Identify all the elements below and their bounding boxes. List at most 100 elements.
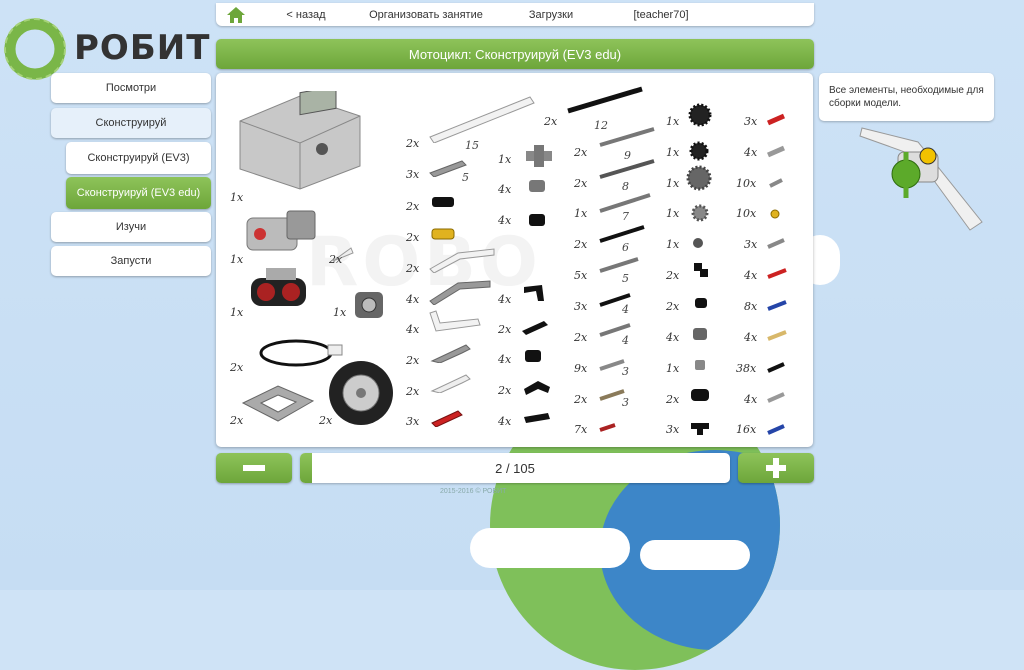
- part-qty: 1x: [666, 362, 680, 375]
- grey-axle-pin-icon: [767, 238, 785, 249]
- ultrasonic-sensor-icon: [251, 268, 306, 306]
- axle-9-icon: [599, 127, 655, 147]
- step-slider-handle[interactable]: [300, 453, 312, 483]
- parts-list-panel: ROBO 1x 1x 2x 1x 1x 2x 2x 2x 2x 15 3x 5 …: [216, 73, 813, 447]
- cross-connector-icon: [526, 145, 552, 167]
- part-qty: 16x: [736, 423, 757, 436]
- home-icon: [227, 6, 245, 23]
- part-qty: 3x: [406, 168, 420, 181]
- part-qty: 1x: [666, 238, 680, 251]
- robot-plane-illustration: [859, 127, 983, 231]
- organize-lesson-link[interactable]: Организовать занятие: [356, 9, 496, 21]
- beam-15-icon: [429, 96, 535, 143]
- tan-axle-pin-icon: [767, 330, 787, 341]
- cloud: [640, 540, 750, 570]
- part-length: 15: [465, 139, 479, 152]
- yellow-bush-icon: [770, 209, 780, 219]
- next-step-button[interactable]: [738, 453, 814, 483]
- part-qty: 2x: [230, 414, 244, 427]
- part-qty: 7x: [574, 423, 588, 436]
- part-qty: 4x: [744, 146, 758, 159]
- part-length: 3: [622, 365, 629, 378]
- gear-small-icon: [691, 204, 709, 222]
- robit-logo[interactable]: РОБИТ: [4, 16, 209, 80]
- sidebar-item-construct-ev3[interactable]: Сконструируй (EV3): [66, 142, 211, 174]
- part-qty: 4x: [666, 331, 680, 344]
- wheel-icon: [329, 361, 393, 425]
- part-qty: 3x: [666, 423, 680, 436]
- cloud: [470, 528, 630, 568]
- red-pin-icon: [766, 113, 786, 126]
- black-joiner-icon: [691, 389, 709, 401]
- gear-medium-icon: [689, 141, 709, 161]
- part-qty: 4x: [498, 214, 512, 227]
- part-qty: 1x: [666, 207, 680, 220]
- part-qty: 2x: [319, 414, 333, 427]
- sidebar-item-construct[interactable]: Сконструируй: [51, 108, 211, 138]
- grey-bush-icon: [695, 360, 705, 370]
- blue-pin-icon: [767, 300, 787, 311]
- home-button[interactable]: [216, 6, 256, 24]
- part-qty: 2x: [574, 393, 588, 406]
- corner-connector-icon: [694, 263, 708, 277]
- sidebar-item-study[interactable]: Изучи: [51, 212, 211, 242]
- user-link[interactable]: [teacher70]: [611, 9, 711, 21]
- red-beam-icon: [431, 410, 463, 427]
- black-t-connector-icon: [524, 413, 550, 423]
- gear-grey-icon: [686, 165, 712, 191]
- part-qty: 2x: [230, 361, 244, 374]
- black-block-small-icon: [695, 298, 707, 308]
- part-length: 5: [462, 171, 469, 184]
- part-qty: 4x: [744, 269, 758, 282]
- part-qty: 2x: [406, 200, 420, 213]
- red-axle-pin-icon: [767, 268, 787, 279]
- part-qty: 3x: [574, 300, 588, 313]
- sidebar-item-construct-ev3-edu[interactable]: Сконструируй (EV3 edu): [66, 177, 211, 209]
- part-qty: 1x: [230, 253, 244, 266]
- part-qty: 2x: [574, 331, 588, 344]
- black-connector-icon: [529, 214, 545, 226]
- part-qty: 5x: [574, 269, 588, 282]
- part-qty: 4x: [498, 183, 512, 196]
- gear-tiny-icon: [693, 238, 703, 248]
- copyright-footer: 2015-2016 © РОБИТ: [440, 488, 507, 495]
- part-qty: 2x: [406, 262, 420, 275]
- l-beam-light-icon: [430, 374, 471, 393]
- part-qty: 2x: [666, 393, 680, 406]
- grey-pin-long-icon: [766, 145, 786, 158]
- downloads-link[interactable]: Загрузки: [511, 9, 591, 21]
- step-counter: 2 / 105: [495, 460, 535, 476]
- step-progress-bar[interactable]: 2 / 105: [300, 453, 730, 483]
- gear-large-icon: [688, 103, 712, 127]
- part-qty: 1x: [666, 177, 680, 190]
- part-qty: 2x: [666, 300, 680, 313]
- angle-connector-icon: [524, 285, 544, 301]
- minus-icon: [243, 465, 265, 471]
- previous-step-button[interactable]: [216, 453, 292, 483]
- part-length: 4: [622, 334, 629, 347]
- part-qty: 2x: [574, 177, 588, 190]
- part-length: 4: [622, 303, 629, 316]
- sidebar-item-look[interactable]: Посмотри: [51, 73, 211, 103]
- part-qty: 1x: [498, 153, 512, 166]
- axle-5-icon: [599, 257, 639, 273]
- part-qty: 10x: [736, 207, 757, 220]
- back-link[interactable]: < назад: [276, 9, 336, 21]
- ev3-brick-icon: [239, 91, 361, 190]
- l-beam-white-icon: [429, 310, 481, 332]
- rotation-sensor-icon: [355, 292, 383, 318]
- axle-12-icon: [567, 86, 643, 114]
- angled-beam-white-icon: [429, 248, 495, 273]
- yellow-beam-icon: [431, 228, 455, 240]
- part-qty: 2x: [544, 115, 558, 128]
- part-qty: 2x: [406, 385, 420, 398]
- sidebar-item-run[interactable]: Запусти: [51, 246, 211, 276]
- part-qty: 2x: [329, 253, 343, 266]
- top-navigation: < назад Организовать занятие Загрузки [t…: [216, 3, 814, 26]
- grey-connector-icon: [529, 180, 545, 192]
- part-qty: 2x: [406, 354, 420, 367]
- part-qty: 2x: [406, 231, 420, 244]
- part-length: 5: [622, 272, 629, 285]
- logo-text: РОБИТ: [74, 28, 211, 68]
- part-qty: 4x: [498, 415, 512, 428]
